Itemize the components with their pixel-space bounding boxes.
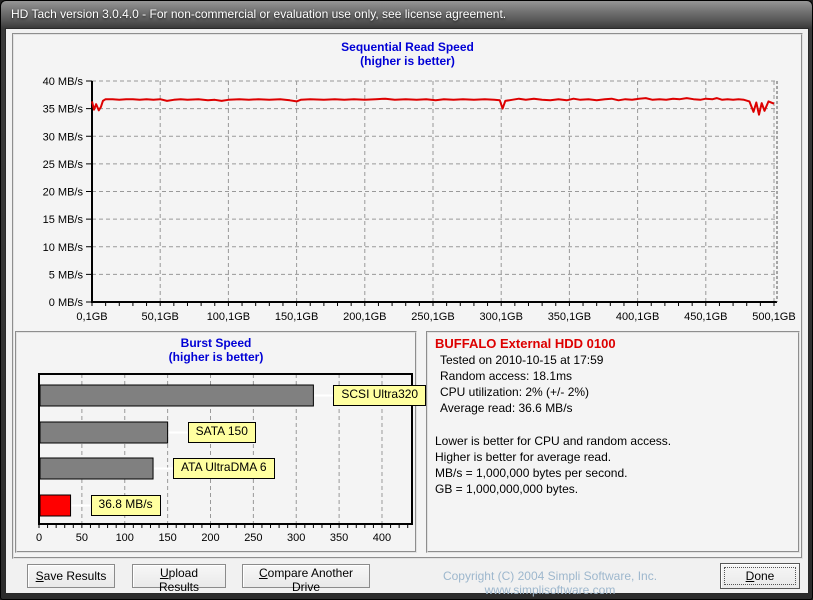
burst-bar-scsi-ultra320	[39, 384, 314, 407]
sequential-read-chart: 0 MB/s 5 MB/s 10 MB/s 15 MB/s 20 MB/s 25 MB/s…	[43, 76, 796, 323]
burst-speed-panel: Burst Speed (higher is better) 0 50 100 150…	[15, 331, 427, 553]
seq-x-tick-label: 150,1GB	[275, 311, 318, 323]
burst-bar-label-sata-150: SATA 150	[187, 422, 256, 443]
burst-x-tick-label: 250	[244, 532, 262, 544]
seq-x-tick-label: 200,1GB	[343, 311, 386, 323]
burst-bar-label-ata-ultradma-6: ATA UltraDMA 6	[173, 458, 275, 479]
burst-x-tick-label: 50	[76, 532, 88, 544]
window-title: HD Tach version 3.0.4.0 - For non-commer…	[11, 7, 507, 21]
compare-another-drive-button[interactable]: Compare Another Drive	[242, 564, 370, 594]
tested-on-line: Tested on 2010-10-15 at 17:59	[440, 353, 604, 367]
seq-x-tick-label: 400,1GB	[616, 311, 659, 323]
seq-x-tick-label: 250,1GB	[411, 311, 454, 323]
average-read-line: Average read: 36.6 MB/s	[440, 401, 573, 415]
burst-bar-label-36-8-mb-s: 36.8 MB/s	[90, 495, 161, 516]
app-window: HD Tach version 3.0.4.0 - For non-commer…	[0, 0, 813, 600]
note-line: Lower is better for CPU and random acces…	[435, 434, 672, 448]
copyright-text: Copyright (C) 2004 Simpli Software, Inc.…	[442, 569, 658, 597]
seq-chart-title-text: Sequential Read Speed	[341, 40, 474, 54]
drive-info-panel: BUFFALO External HDD 0100 Tested on 2010…	[426, 331, 800, 553]
seq-y-tick-label: 0 MB/s	[49, 297, 84, 309]
drive-name: BUFFALO External HDD 0100	[435, 336, 616, 351]
seq-x-tick-label: 300,1GB	[479, 311, 522, 323]
burst-x-tick-label: 200	[201, 532, 219, 544]
seq-x-tick-label: 50,1GB	[142, 311, 179, 323]
save-results-button[interactable]: Save Results	[27, 564, 115, 588]
info-notes: Lower is better for CPU and random acces…	[435, 433, 798, 497]
results-panel: Sequential Read Speed (higher is better)…	[12, 33, 803, 559]
sequential-read-chart-title: Sequential Read Speed (higher is better)	[14, 40, 801, 68]
burst-bar-36-8-mb-s	[39, 494, 72, 517]
burst-chart-title: Burst Speed (higher is better)	[17, 336, 415, 364]
burst-x-tick-label: 150	[158, 532, 176, 544]
burst-bar-ata-ultradma-6	[39, 457, 154, 480]
seq-y-tick-label: 20 MB/s	[43, 187, 84, 199]
upload-results-button[interactable]: Upload Results	[132, 564, 226, 594]
note-line: GB = 1,000,000,000 bytes.	[435, 482, 579, 496]
seq-x-tick-label: 0,1GB	[76, 311, 107, 323]
burst-x-tick-label: 100	[116, 532, 134, 544]
note-line: MB/s = 1,000,000 bytes per second.	[435, 466, 628, 480]
burst-x-tick-label: 350	[330, 532, 348, 544]
seq-y-tick-label: 5 MB/s	[49, 269, 84, 281]
seq-y-tick-label: 30 MB/s	[43, 131, 84, 143]
note-line: Higher is better for average read.	[435, 450, 612, 464]
seq-y-tick-label: 35 MB/s	[43, 104, 84, 116]
title-bar[interactable]: HD Tach version 3.0.4.0 - For non-commer…	[1, 1, 812, 28]
burst-chart-title-text: Burst Speed	[180, 336, 252, 350]
burst-x-tick-label: 300	[287, 532, 305, 544]
seq-y-tick-label: 15 MB/s	[43, 214, 84, 226]
seq-x-tick-label: 450,1GB	[684, 311, 727, 323]
random-access-line: Random access: 18.1ms	[440, 369, 573, 383]
seq-y-tick-label: 40 MB/s	[43, 76, 84, 88]
burst-chart-subtitle-text: (higher is better)	[168, 350, 264, 364]
seq-chart-subtitle-text: (higher is better)	[360, 54, 455, 68]
seq-y-tick-label: 25 MB/s	[43, 159, 84, 171]
client-area: Sequential Read Speed (higher is better)…	[5, 28, 809, 597]
seq-x-tick-label: 500,1GB	[752, 311, 795, 323]
burst-x-tick-label: 400	[373, 532, 391, 544]
seq-x-tick-label: 100,1GB	[207, 311, 250, 323]
seq-x-tick-label: 350,1GB	[548, 311, 591, 323]
cpu-utilization-line: CPU utilization: 2% (+/- 2%)	[440, 385, 590, 399]
drive-details: Tested on 2010-10-15 at 17:59 Random acc…	[440, 352, 798, 416]
burst-bar-sata-150	[39, 421, 169, 444]
seq-y-tick-label: 10 MB/s	[43, 242, 84, 254]
done-button[interactable]: Done	[720, 563, 800, 589]
burst-x-tick-label: 0	[36, 532, 42, 544]
burst-bar-label-scsi-ultra320: SCSI Ultra320	[333, 385, 427, 406]
